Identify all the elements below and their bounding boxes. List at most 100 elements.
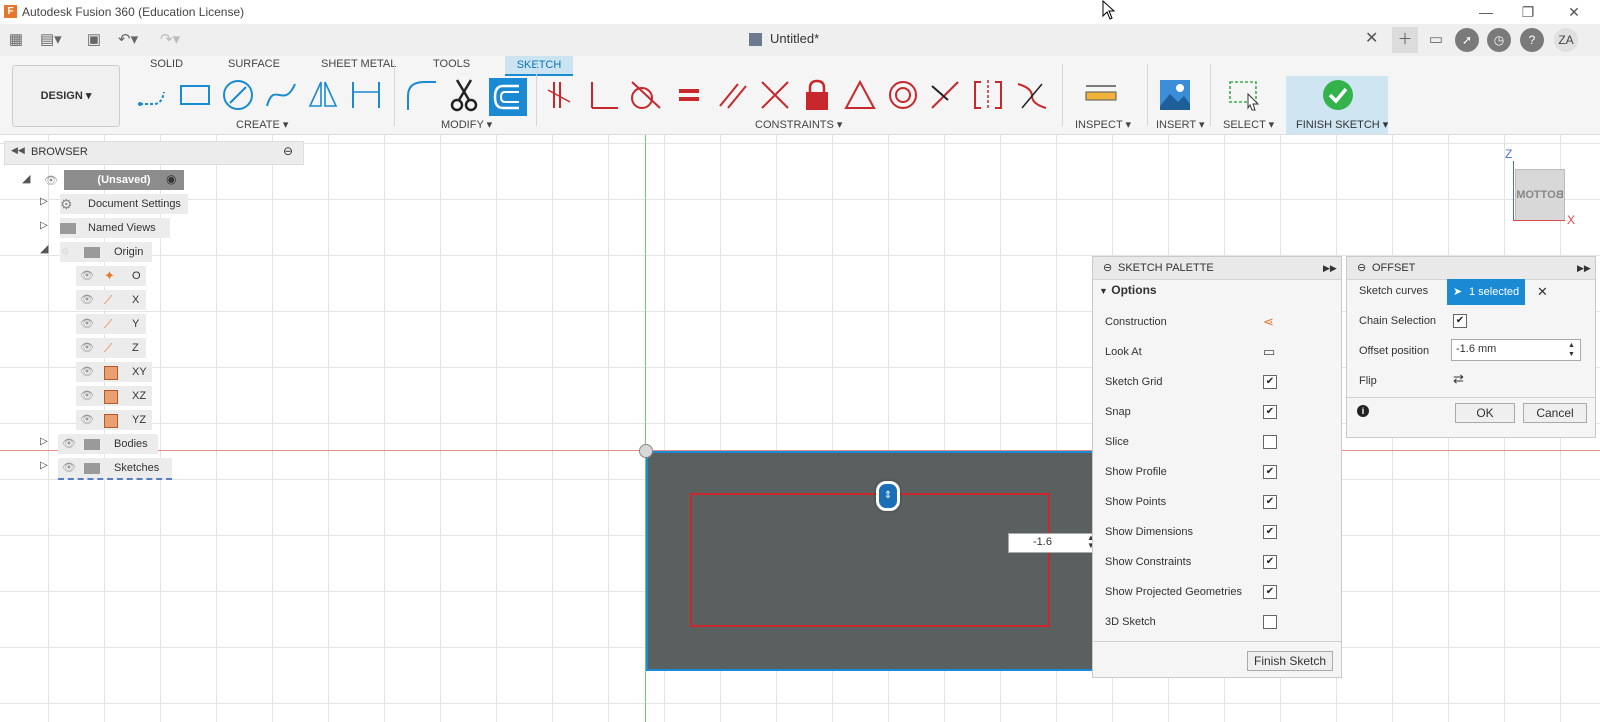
palette-option-checkbox[interactable] — [1263, 435, 1277, 449]
activate-radio-icon[interactable]: ◉ — [166, 172, 176, 186]
redo-icon[interactable]: ↷▾ — [160, 30, 180, 50]
tree-item-yz-plane[interactable]: 👁 YZ — [76, 410, 152, 430]
construction-icon[interactable]: ⋖ — [1263, 307, 1274, 337]
select-tool-icon[interactable] — [1228, 78, 1262, 112]
fix-constraint-icon[interactable] — [800, 78, 834, 112]
tab-surface[interactable]: SURFACE — [228, 58, 280, 70]
palette-option-checkbox[interactable]: ✔ — [1263, 495, 1277, 509]
tree-item-sketches[interactable]: 👁 Sketches — [58, 458, 172, 480]
midpoint-constraint-icon[interactable] — [843, 78, 877, 112]
panel-expand-icon[interactable]: ▶▶ — [1577, 257, 1591, 279]
maximize-button[interactable]: ❐ — [1510, 2, 1546, 22]
apps-grid-icon[interactable]: ▦ — [6, 30, 26, 50]
chain-selection-checkbox[interactable]: ✔ — [1453, 314, 1467, 328]
tree-item-origin-point[interactable]: 👁 ✦ O — [76, 266, 146, 286]
help-icon[interactable]: ? — [1520, 28, 1544, 52]
visibility-eye-icon[interactable]: 👁 — [80, 391, 94, 402]
spline-tool-icon[interactable] — [264, 78, 298, 112]
line-tool-icon[interactable] — [136, 78, 170, 112]
tab-close-icon[interactable]: ✕ — [1365, 28, 1378, 48]
viewcube-face[interactable]: BOTTOM — [1515, 169, 1565, 221]
clear-selection-icon[interactable]: ✕ — [1537, 284, 1548, 300]
palette-option-checkbox[interactable]: ✔ — [1263, 405, 1277, 419]
offset-rect[interactable] — [690, 493, 1050, 627]
constraints-menu[interactable]: CONSTRAINTS ▾ — [755, 118, 842, 131]
info-icon[interactable]: i — [1357, 405, 1369, 417]
palette-option-checkbox[interactable]: ✔ — [1263, 375, 1277, 389]
insert-image-icon[interactable] — [1158, 78, 1192, 112]
parallel-constraint-icon[interactable] — [716, 78, 750, 112]
tree-item-bodies[interactable]: 👁 Bodies — [58, 434, 158, 454]
mirror-tool-icon[interactable] — [306, 78, 340, 112]
extensions-icon[interactable]: ➚ — [1455, 28, 1479, 52]
close-button[interactable]: ✕ — [1556, 2, 1592, 22]
visibility-eye-icon[interactable]: 👁 — [80, 415, 94, 426]
palette-option-checkbox[interactable]: ✔ — [1263, 525, 1277, 539]
tree-item-y-axis[interactable]: 👁 ⟋ Y — [76, 314, 146, 334]
tab-tools[interactable]: TOOLS — [433, 58, 470, 70]
circle-tool-icon[interactable] — [221, 78, 255, 112]
visibility-eye-icon[interactable]: 👁 — [80, 343, 94, 354]
minimize-button[interactable]: — — [1468, 2, 1504, 22]
save-icon[interactable]: ▣ — [84, 30, 104, 50]
undo-icon[interactable]: ↶▾ — [118, 30, 138, 50]
curvature-constraint-icon[interactable] — [1014, 78, 1048, 112]
offset-position-input[interactable]: -1.6 mm ▲ ▼ — [1451, 339, 1581, 361]
cancel-button[interactable]: Cancel — [1523, 403, 1587, 423]
tree-item-x-axis[interactable]: 👁 ⟋ X — [76, 290, 146, 310]
palette-option-checkbox[interactable]: ✔ — [1263, 585, 1277, 599]
create-menu[interactable]: CREATE ▾ — [236, 118, 288, 131]
trim-tool-icon[interactable] — [447, 78, 481, 112]
viewcube[interactable]: Z BOTTOM X — [1505, 147, 1575, 227]
ok-button[interactable]: OK — [1455, 403, 1515, 423]
tree-item-xy-plane[interactable]: 👁 XY — [76, 362, 152, 382]
offset-spinner-icon[interactable]: ▲ ▼ — [1568, 341, 1575, 359]
dimension-tool-icon[interactable] — [349, 78, 383, 112]
visibility-eye-icon[interactable]: 👁 — [80, 319, 94, 330]
hidden-eye-icon[interactable]: ⦸ — [62, 242, 69, 262]
coincident-point-constraint-icon[interactable] — [928, 78, 962, 112]
offset-dialog-header[interactable]: ⊖ OFFSET ▶▶ — [1347, 257, 1595, 280]
flip-icon[interactable]: ⇄ — [1453, 371, 1464, 387]
insert-menu[interactable]: INSERT ▾ — [1156, 118, 1205, 131]
equal-constraint-icon[interactable] — [672, 78, 706, 112]
new-tab-icon[interactable]: ＋ — [1392, 27, 1418, 53]
visibility-eye-icon[interactable]: 👁 — [44, 176, 58, 187]
offset-tool-active[interactable] — [489, 78, 527, 116]
palette-option-checkbox[interactable]: ✔ — [1263, 555, 1277, 569]
tree-expand-icon[interactable]: ▷ — [40, 460, 48, 471]
user-avatar[interactable]: ZA — [1554, 28, 1578, 52]
select-menu[interactable]: SELECT ▾ — [1223, 118, 1274, 131]
tree-expand-icon[interactable]: ▷ — [40, 436, 48, 447]
palette-option-checkbox[interactable]: ✔ — [1263, 465, 1277, 479]
inspect-menu[interactable]: INSPECT ▾ — [1075, 118, 1131, 131]
visibility-eye-icon[interactable]: 👁 — [62, 439, 76, 450]
symmetry-constraint-icon[interactable] — [971, 78, 1005, 112]
options-section-header[interactable]: ▼ Options — [1099, 283, 1157, 297]
panel-minimize-icon[interactable]: ⊖ — [1103, 257, 1112, 279]
look-at-icon[interactable]: ▭ — [1263, 337, 1275, 367]
visibility-eye-icon[interactable]: 👁 — [80, 367, 94, 378]
tree-item-named-views[interactable]: Named Views — [60, 218, 170, 238]
dimension-input[interactable]: -1.6 ▲ ▼ — [1008, 533, 1098, 553]
fillet-tool-icon[interactable] — [404, 78, 438, 112]
modify-menu[interactable]: MODIFY ▾ — [441, 118, 492, 131]
file-icon[interactable]: ▤▾ — [40, 30, 62, 50]
browser-minimize-icon[interactable]: ⊖ — [283, 144, 293, 158]
perpendicular-constraint-icon[interactable] — [586, 78, 620, 112]
visibility-eye-icon[interactable]: 👁 — [62, 463, 76, 474]
tab-sheet-metal[interactable]: SHEET METAL — [321, 58, 396, 70]
finish-sketch-button[interactable]: FINISH SKETCH ▾ — [1286, 76, 1388, 134]
tree-item-origin[interactable]: ⦸ Origin — [60, 242, 152, 262]
finish-sketch-panel-button[interactable]: Finish Sketch — [1247, 651, 1333, 671]
panel-minimize-icon[interactable]: ⊖ — [1357, 257, 1366, 279]
tree-item-xz-plane[interactable]: 👁 XZ — [76, 386, 152, 406]
tree-expand-icon[interactable]: ▷ — [40, 220, 48, 231]
tab-solid[interactable]: SOLID — [150, 58, 183, 70]
notifications-icon[interactable]: ▭ — [1426, 30, 1446, 50]
collapse-browser-icon[interactable]: ◀◀ — [11, 145, 25, 156]
tree-collapse-icon[interactable]: ◢ — [22, 172, 30, 185]
tree-expand-icon[interactable]: ▷ — [40, 196, 48, 207]
tree-collapse-icon[interactable]: ◢ — [40, 242, 48, 255]
visibility-eye-icon[interactable]: 👁 — [80, 271, 94, 282]
